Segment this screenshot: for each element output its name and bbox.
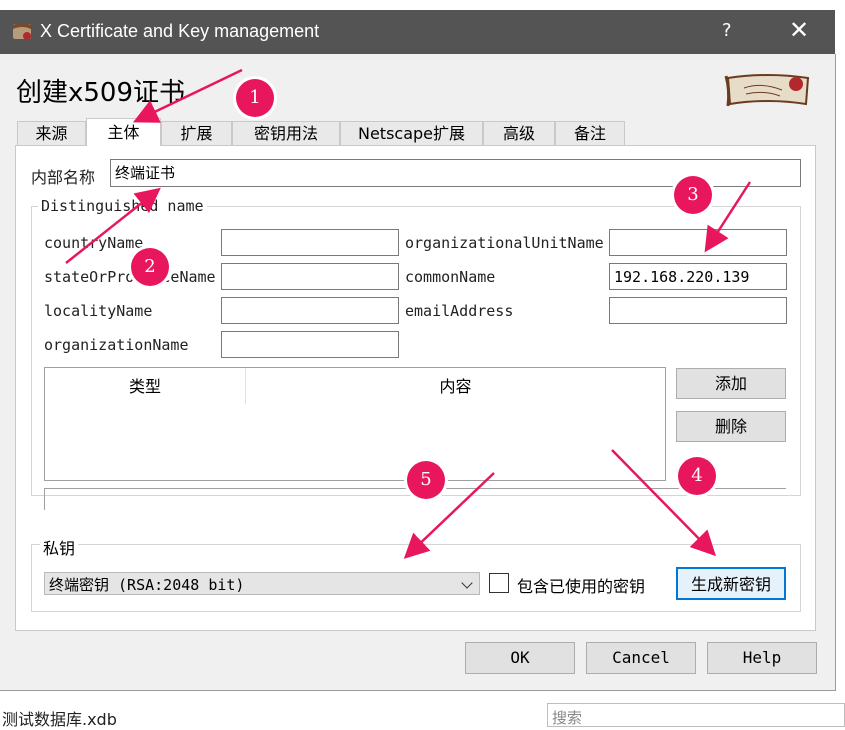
annotation-marker-4: 4 — [678, 457, 716, 495]
add-button[interactable]: 添加 — [676, 368, 786, 399]
background-search-input[interactable]: 搜索 — [547, 703, 845, 727]
country-name-label: countryName — [44, 234, 144, 252]
tab-source[interactable]: 来源 — [17, 121, 86, 145]
delete-button[interactable]: 删除 — [676, 411, 786, 442]
locality-name-input[interactable] — [221, 297, 399, 324]
attributes-table[interactable]: 类型 内容 — [44, 367, 666, 481]
include-used-label[interactable]: 包含已使用的密钥 — [517, 573, 645, 597]
locality-name-label: localityName — [44, 302, 153, 320]
private-key-select[interactable]: 终端密钥 (RSA:2048 bit) — [44, 572, 480, 595]
private-key-selected-value: 终端密钥 (RSA:2048 bit) — [49, 576, 245, 594]
table-header-type[interactable]: 类型 — [45, 368, 246, 404]
common-name-label: commonName — [405, 268, 496, 286]
common-name-input[interactable]: 192.168.220.139 — [609, 263, 787, 290]
tab-extensions[interactable]: 扩展 — [161, 121, 232, 145]
ok-button[interactable]: OK — [465, 642, 575, 674]
distinguished-name-label: Distinguished name — [38, 197, 207, 215]
country-name-input[interactable] — [221, 229, 399, 256]
help-button[interactable]: Help — [707, 642, 817, 674]
chevron-down-icon[interactable] — [461, 577, 473, 589]
cancel-button[interactable]: Cancel — [586, 642, 696, 674]
scroll-left-edge — [44, 488, 45, 510]
tab-netscape[interactable]: Netscape扩展 — [340, 121, 483, 145]
table-header-content[interactable]: 内容 — [246, 368, 665, 404]
app-icon — [13, 23, 31, 40]
internal-name-label: 内部名称 — [31, 168, 96, 187]
email-address-input[interactable] — [609, 297, 787, 324]
annotation-marker-1: 1 — [236, 79, 274, 117]
annotation-marker-5: 5 — [407, 461, 445, 499]
email-address-label: emailAddress — [405, 302, 514, 320]
tab-key-usage[interactable]: 密钥用法 — [232, 121, 340, 145]
annotation-marker-2: 2 — [131, 248, 169, 286]
generate-key-button[interactable]: 生成新密钥 — [676, 567, 786, 600]
tab-advanced[interactable]: 高级 — [483, 121, 555, 145]
tab-subject[interactable]: 主体 — [86, 118, 161, 146]
page-title: 创建x509证书 — [16, 78, 186, 108]
close-icon[interactable]: ✕ — [789, 16, 809, 44]
org-unit-name-input[interactable] — [609, 229, 787, 256]
org-unit-name-label: organizationalUnitName — [405, 234, 604, 252]
organization-name-input[interactable] — [221, 331, 399, 358]
background-database-name: 测试数据库.xdb — [2, 710, 117, 729]
include-used-checkbox[interactable] — [489, 573, 509, 593]
state-name-label: stateOrProvinceName — [44, 268, 216, 286]
state-name-input[interactable] — [221, 263, 399, 290]
help-icon[interactable]: ? — [722, 20, 732, 41]
search-placeholder: 搜索 — [552, 709, 583, 727]
organization-name-label: organizationName — [44, 336, 189, 354]
annotation-marker-3: 3 — [674, 176, 712, 214]
certificate-logo-icon — [724, 74, 810, 107]
window-title: X Certificate and Key management — [40, 21, 320, 41]
tab-comment[interactable]: 备注 — [555, 121, 625, 145]
private-key-group-label: 私钥 — [40, 535, 79, 559]
title-bar: X Certificate and Key management ? ✕ — [0, 10, 835, 54]
